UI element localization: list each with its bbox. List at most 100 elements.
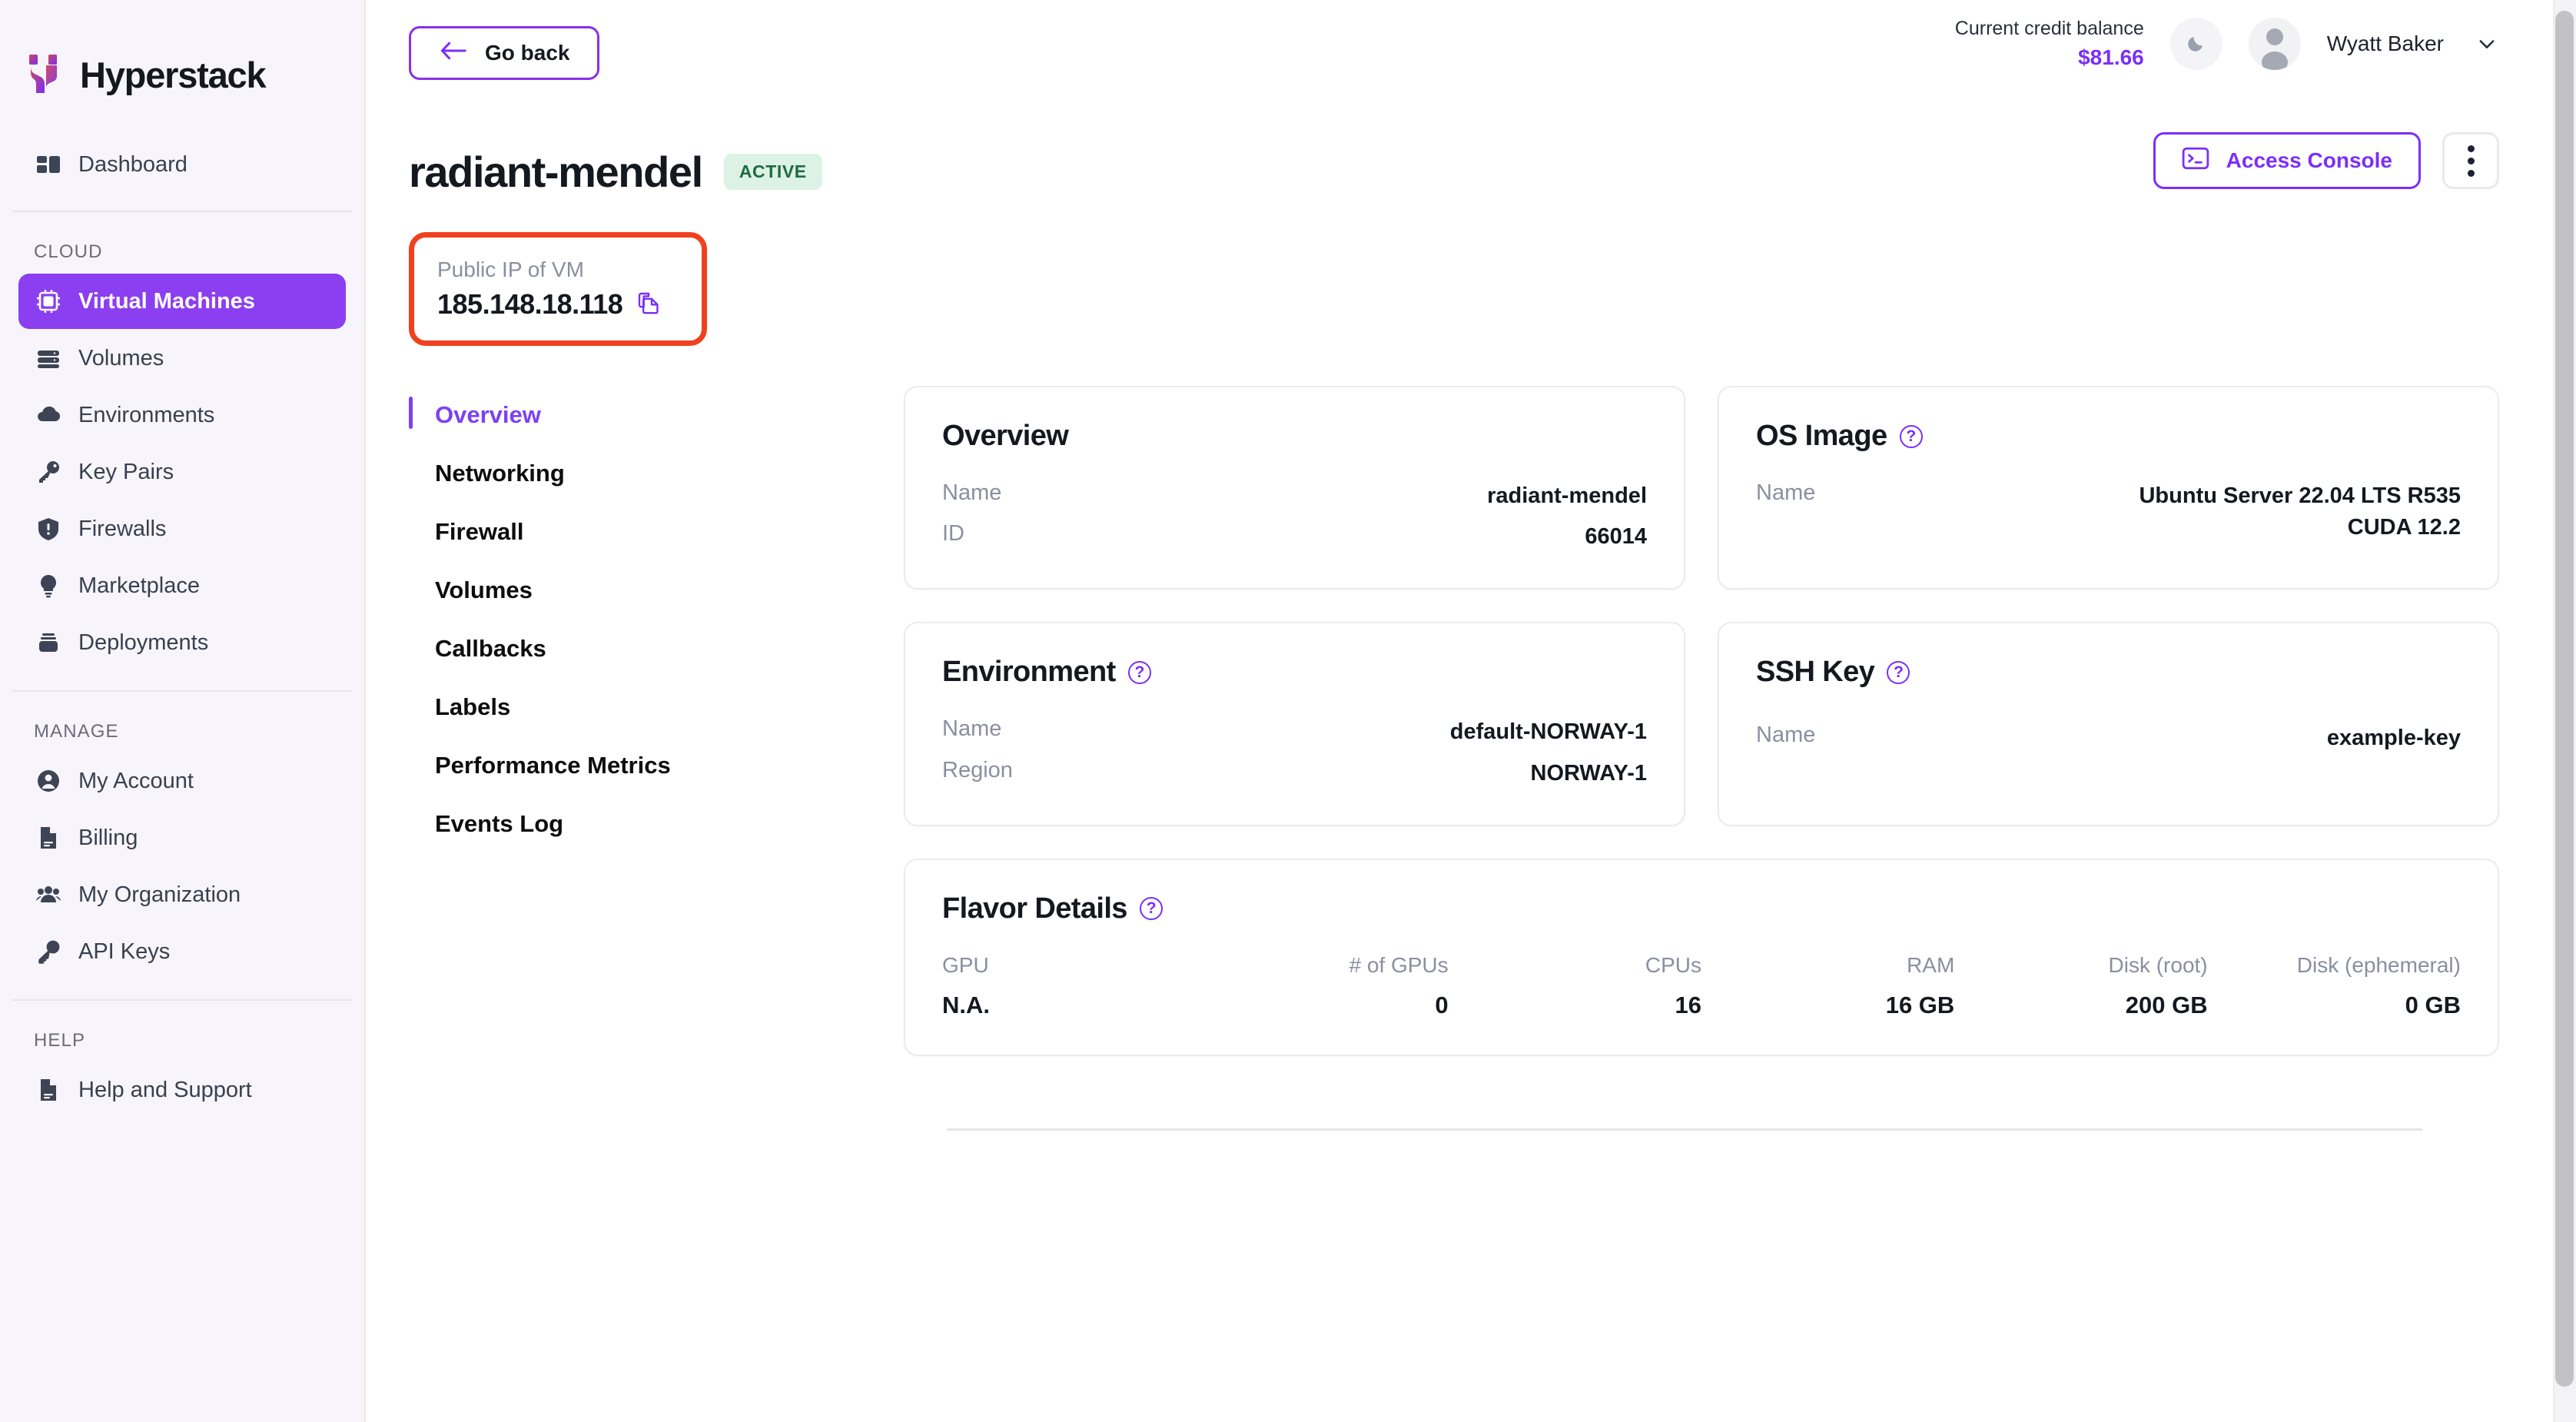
row-value: NORWAY-1 bbox=[1530, 760, 1648, 786]
tab-volumes[interactable]: Volumes bbox=[409, 561, 904, 620]
sidebar-item-virtual-machines[interactable]: Virtual Machines bbox=[18, 274, 346, 329]
sidebar-item-api-keys[interactable]: API Keys bbox=[18, 924, 346, 979]
help-circle-icon[interactable]: ? bbox=[1127, 660, 1151, 684]
card-title-label: Environment bbox=[942, 656, 1116, 689]
row-key: Name bbox=[942, 716, 1002, 742]
tab-performance-metrics[interactable]: Performance Metrics bbox=[409, 736, 904, 795]
tab-labels[interactable]: Labels bbox=[409, 678, 904, 736]
tab-callbacks[interactable]: Callbacks bbox=[409, 620, 904, 678]
flavor-value: 16 bbox=[1675, 991, 1701, 1018]
help-circle-icon[interactable]: ? bbox=[1887, 660, 1910, 684]
more-vertical-icon bbox=[2467, 145, 2475, 152]
lightbulb-icon bbox=[35, 573, 61, 599]
sidebar-item-label: Dashboard bbox=[78, 151, 188, 177]
dashboard-icon bbox=[35, 151, 61, 178]
sidebar-item-deployments[interactable]: Deployments bbox=[18, 615, 346, 670]
help-circle-icon[interactable]: ? bbox=[1139, 897, 1163, 921]
content-area: Overview Networking Firewall Volumes Cal… bbox=[366, 346, 2576, 1131]
sidebar-item-environments[interactable]: Environments bbox=[18, 387, 346, 443]
sidebar-item-label: Virtual Machines bbox=[78, 288, 255, 314]
flavor-header: # of GPUs bbox=[1349, 952, 1449, 977]
user-circle-icon bbox=[35, 768, 61, 794]
sidebar-item-marketplace[interactable]: Marketplace bbox=[18, 558, 346, 613]
credit-balance: Current credit balance $81.66 bbox=[1955, 17, 2144, 71]
sidebar-item-label: Help and Support bbox=[78, 1077, 252, 1102]
tab-label: Networking bbox=[435, 460, 565, 487]
flavor-col-num-gpus: # of GPUs 0 bbox=[1195, 953, 1448, 1019]
app-root: Hyperstack Dashboard CLOUD Virtual Machi… bbox=[0, 0, 2576, 1422]
more-vertical-icon bbox=[2467, 157, 2475, 164]
sidebar-item-dashboard[interactable]: Dashboard bbox=[18, 137, 346, 192]
document-icon bbox=[35, 1077, 61, 1103]
row-value: 66014 bbox=[1585, 524, 1647, 550]
shield-alert-icon bbox=[35, 516, 61, 542]
card-title: Overview bbox=[942, 420, 1647, 453]
brand[interactable]: Hyperstack bbox=[0, 0, 364, 115]
flavor-value: 0 bbox=[1435, 991, 1449, 1018]
card-title-label: SSH Key bbox=[1756, 656, 1875, 689]
flavor-value: 16 GB bbox=[1885, 991, 1955, 1018]
flavor-col-disk-root: Disk (root) 200 GB bbox=[1954, 952, 2208, 1019]
terminal-icon bbox=[2182, 147, 2209, 175]
public-ip-row: 185.148.18.118 bbox=[437, 288, 679, 321]
sidebar-item-label: My Account bbox=[78, 768, 194, 793]
flavor-col-cpus: CPUs 16 bbox=[1449, 953, 1701, 1019]
flavor-header: Disk (root) bbox=[2108, 952, 2208, 977]
brand-name: Hyperstack bbox=[80, 54, 267, 95]
card-title: Flavor Details ? bbox=[942, 892, 2461, 925]
sidebar-item-volumes[interactable]: Volumes bbox=[18, 331, 346, 386]
go-back-label: Go back bbox=[485, 41, 570, 65]
sidebar-item-firewalls[interactable]: Firewalls bbox=[18, 501, 346, 557]
flavor-value: 200 GB bbox=[2125, 991, 2208, 1018]
copy-icon[interactable] bbox=[636, 291, 661, 319]
sidebar-item-my-organization[interactable]: My Organization bbox=[18, 867, 346, 922]
vm-tabs: Overview Networking Firewall Volumes Cal… bbox=[366, 386, 904, 1131]
more-options-button[interactable] bbox=[2442, 132, 2499, 189]
help-circle-icon[interactable]: ? bbox=[1899, 424, 1923, 448]
row-key: Region bbox=[942, 757, 1013, 782]
credit-balance-value: $81.66 bbox=[2078, 45, 2144, 70]
public-ip-label: Public IP of VM bbox=[437, 257, 584, 281]
sidebar-item-my-account[interactable]: My Account bbox=[18, 753, 346, 809]
tab-label: Callbacks bbox=[435, 635, 546, 662]
access-console-button[interactable]: Access Console bbox=[2153, 132, 2421, 189]
sidebar-item-label: Environments bbox=[78, 402, 215, 427]
sidebar-item-label: Key Pairs bbox=[78, 459, 174, 484]
cloud-icon bbox=[35, 402, 61, 428]
card-title-label: Overview bbox=[942, 420, 1069, 452]
sidebar-item-billing[interactable]: Billing bbox=[18, 810, 346, 865]
bottom-divider bbox=[947, 1128, 2422, 1131]
sidebar-item-key-pairs[interactable]: Key Pairs bbox=[18, 444, 346, 500]
go-back-button[interactable]: Go back bbox=[409, 26, 600, 80]
scrollbar-thumb[interactable] bbox=[2555, 11, 2574, 1387]
tab-firewall[interactable]: Firewall bbox=[409, 503, 904, 561]
cards-grid: Overview Name radiant-mendel ID 66014 OS… bbox=[904, 386, 2499, 1056]
row-value: radiant-mendel bbox=[1487, 483, 1647, 508]
flavor-grid: GPU N.A. # of GPUs 0 CPUs 16 RAM 16 GB D… bbox=[942, 953, 2461, 1019]
access-console-label: Access Console bbox=[2226, 148, 2392, 172]
flavor-header: CPUs bbox=[1645, 952, 1701, 977]
key-icon bbox=[35, 459, 61, 485]
chevron-down-icon[interactable] bbox=[2476, 33, 2498, 55]
main-content: Go back Current credit balance $81.66 Wy… bbox=[366, 0, 2576, 1422]
flavor-header: Disk (ephemeral) bbox=[2296, 952, 2461, 977]
public-ip-value: 185.148.18.118 bbox=[437, 288, 623, 320]
theme-toggle-button[interactable] bbox=[2169, 18, 2222, 71]
sidebar-item-help-and-support[interactable]: Help and Support bbox=[18, 1062, 346, 1118]
database-stack-icon bbox=[35, 345, 61, 371]
os-image-card: OS Image ? Name Ubuntu Server 22.04 LTS … bbox=[1718, 386, 2499, 590]
tab-networking[interactable]: Networking bbox=[409, 444, 904, 503]
tab-overview[interactable]: Overview bbox=[409, 386, 904, 444]
tab-events-log[interactable]: Events Log bbox=[409, 795, 904, 853]
vertical-scrollbar[interactable] bbox=[2553, 0, 2576, 1422]
deployments-icon bbox=[35, 630, 61, 656]
flavor-col-disk-ephemeral: Disk (ephemeral) 0 GB bbox=[2208, 953, 2461, 1019]
sidebar-section-help: HELP Help and Support bbox=[0, 1001, 364, 1119]
page-header: radiant-mendel ACTIVE Access Console bbox=[366, 117, 2576, 197]
topbar-right: Current credit balance $81.66 Wyatt Bake… bbox=[1955, 17, 2533, 71]
avatar[interactable] bbox=[2248, 18, 2301, 71]
sidebar-section-heading: HELP bbox=[34, 1030, 86, 1051]
tab-label: Labels bbox=[435, 693, 511, 720]
row-key: Name bbox=[1756, 723, 1816, 748]
key-outline-icon bbox=[35, 939, 61, 965]
